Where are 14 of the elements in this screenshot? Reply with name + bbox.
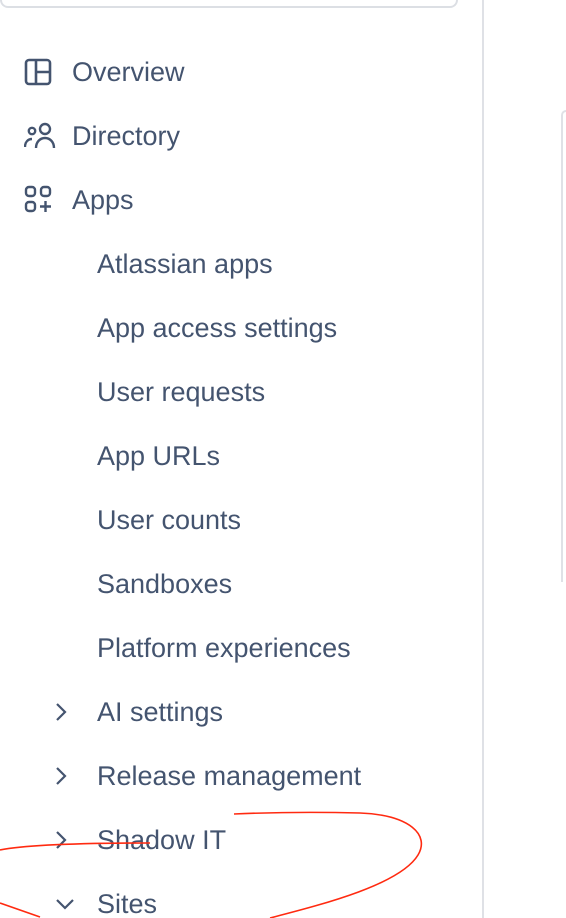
nav-group[interactable]: Shadow IT: [97, 824, 226, 856]
nav-subitem[interactable]: App URLs: [97, 440, 220, 472]
nav-group[interactable]: Release management: [97, 760, 362, 792]
nav-subitem[interactable]: Sandboxes: [97, 568, 232, 600]
nav-subitem[interactable]: App access settings: [97, 312, 338, 344]
nav-group[interactable]: Sites: [97, 888, 158, 918]
nav-subitem[interactable]: Atlassian apps: [97, 248, 273, 280]
nav-item[interactable]: Directory: [72, 120, 180, 152]
nav-item[interactable]: Apps: [72, 184, 134, 216]
nav-group[interactable]: AI settings: [97, 696, 224, 728]
nav-item[interactable]: Overview: [72, 56, 185, 88]
nav-subitem[interactable]: User requests: [97, 376, 266, 408]
nav-subitem[interactable]: Platform experiences: [97, 632, 351, 664]
nav-subitem[interactable]: User counts: [97, 504, 242, 536]
